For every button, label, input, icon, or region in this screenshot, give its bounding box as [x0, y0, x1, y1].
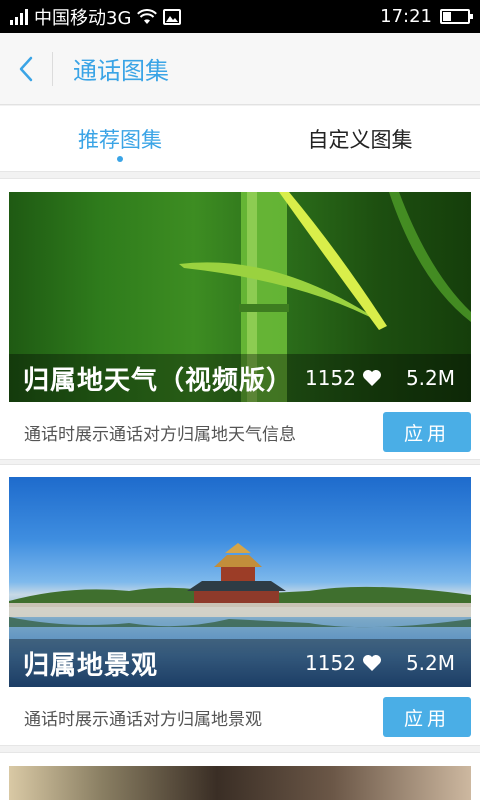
- carrier-label: 中国移动3G: [34, 7, 132, 29]
- status-bar: 中国移动3G 17:21: [0, 0, 480, 33]
- card-description: 通话时展示通话对方归属地景观: [24, 709, 262, 730]
- tab-custom[interactable]: 自定义图集: [240, 106, 480, 171]
- chevron-left-icon: [19, 56, 33, 81]
- cover-image[interactable]: 归属地天气（视频版） 1152 5.2M: [9, 192, 471, 402]
- clock-time: 17:21: [380, 6, 432, 27]
- back-button[interactable]: [0, 33, 52, 105]
- page-title: 通话图集: [73, 57, 169, 85]
- title-bar: 通话图集: [0, 33, 480, 105]
- card-title: 归属地天气（视频版）: [23, 365, 294, 396]
- signal-icon: [10, 8, 28, 25]
- apply-button[interactable]: 应用: [383, 412, 471, 452]
- title-divider: [52, 51, 53, 86]
- like-count: 1152: [305, 366, 356, 390]
- file-size: 5.2M: [405, 651, 455, 675]
- battery-icon: [440, 9, 473, 24]
- gallery-card[interactable]: 归属地景观 1152 5.2M 通话时展示通话对方归属地景观 应用: [0, 464, 480, 746]
- heart-icon: [362, 370, 381, 386]
- card-title: 归属地景观: [23, 650, 159, 681]
- like-count: 1152: [305, 651, 356, 675]
- cover-image[interactable]: [9, 766, 471, 800]
- cover-overlay: 归属地景观 1152 5.2M: [9, 639, 471, 687]
- tab-recommended[interactable]: 推荐图集: [0, 106, 240, 171]
- card-stats: 1152 5.2M: [305, 366, 455, 390]
- image-notification-icon: [163, 8, 182, 25]
- wifi-icon: [137, 8, 158, 24]
- file-size: 5.2M: [405, 366, 455, 390]
- active-tab-indicator: [117, 156, 123, 162]
- cover-overlay: 归属地天气（视频版） 1152 5.2M: [9, 354, 471, 402]
- card-description: 通话时展示通话对方归属地天气信息: [24, 424, 296, 445]
- heart-icon: [362, 655, 381, 671]
- card-footer: 通话时展示通话对方归属地天气信息 应用: [0, 410, 480, 454]
- gallery-card[interactable]: 归属地天气（视频版） 1152 5.2M 通话时展示通话对方归属地天气信息 应用: [0, 178, 480, 460]
- apply-button[interactable]: 应用: [383, 697, 471, 737]
- gallery-card[interactable]: [0, 752, 480, 800]
- card-footer: 通话时展示通话对方归属地景观 应用: [0, 695, 480, 739]
- tab-label: 自定义图集: [307, 127, 413, 152]
- tab-bar: 推荐图集 自定义图集: [0, 106, 480, 172]
- cover-image[interactable]: 归属地景观 1152 5.2M: [9, 477, 471, 687]
- tab-label: 推荐图集: [78, 127, 162, 152]
- card-stats: 1152 5.2M: [305, 651, 455, 675]
